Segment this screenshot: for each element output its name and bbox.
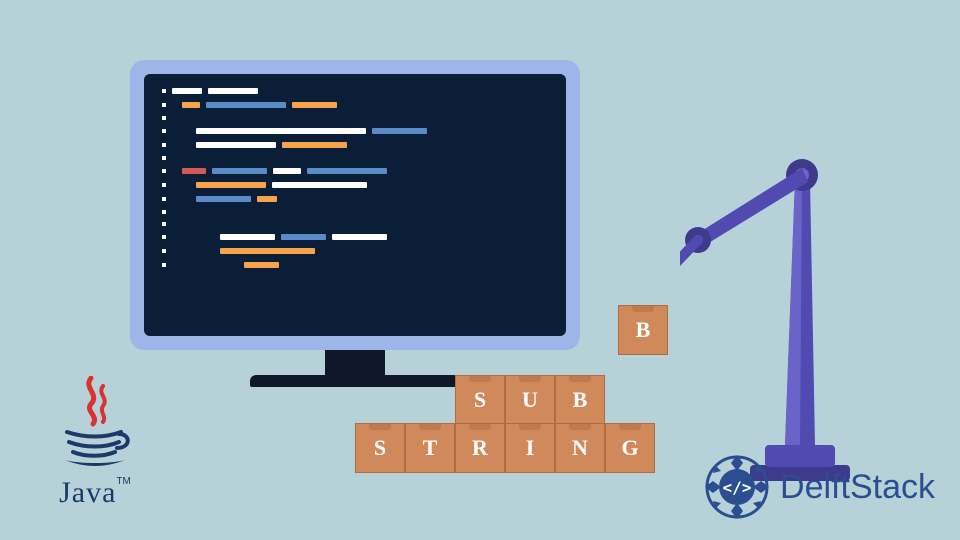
java-logo: JavaTM [35, 376, 155, 510]
box-letter: T [405, 423, 455, 473]
box-letter: R [455, 423, 505, 473]
java-text: Java [59, 476, 116, 509]
delftstack-text: DelftStack [780, 468, 935, 507]
monitor-neck [325, 350, 385, 375]
box-letter: I [505, 423, 555, 473]
code-screen [144, 74, 566, 336]
java-tm: TM [116, 476, 130, 487]
substring-boxes: S U B S T R I N G [355, 375, 655, 473]
box-letter: S [455, 375, 505, 425]
delftstack-logo: </> DelftStack [702, 452, 935, 522]
box-letter: N [555, 423, 605, 473]
java-cup-icon [55, 376, 135, 471]
box-letter: G [605, 423, 655, 473]
monitor-illustration [130, 60, 580, 380]
monitor-frame [130, 60, 580, 350]
box-letter: B [555, 375, 605, 425]
box-letter: U [505, 375, 555, 425]
box-letter: S [355, 423, 405, 473]
delftstack-badge-icon: </> [702, 452, 772, 522]
svg-text:</>: </> [723, 478, 752, 497]
box-letter-held: B [618, 305, 668, 355]
robotic-arm-icon [680, 125, 860, 485]
